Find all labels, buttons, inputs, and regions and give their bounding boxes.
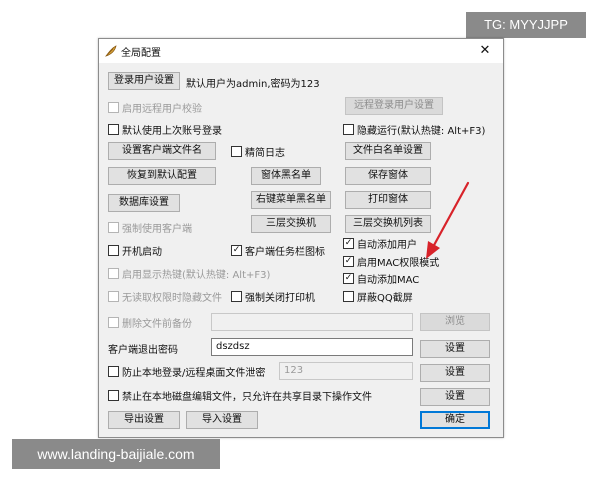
- ok-button[interactable]: 确定: [420, 411, 490, 429]
- checkbox-box: [108, 290, 119, 302]
- forbid-local-edit-check[interactable]: 禁止在本地磁盘编辑文件，只允许在共享目录下操作文件: [108, 388, 372, 403]
- taskbar-icon-check-label: 客户端任务栏图标: [245, 246, 325, 258]
- import-settings-button[interactable]: 导入设置: [186, 411, 258, 429]
- auto-add-mac-check-label: 自动添加MAC: [357, 274, 420, 286]
- checkbox-box: ✓: [343, 237, 354, 249]
- check-mark-icon: ✓: [344, 237, 353, 248]
- close-icon[interactable]: ✕: [475, 42, 495, 60]
- last-account-check[interactable]: 默认使用上次账号登录: [108, 122, 222, 137]
- global-config-dialog: 全局配置 ✕ 登录用户设置 默认用户为admin,密码为123 启用远程用户校验…: [98, 38, 504, 438]
- backup-path-input[interactable]: [211, 313, 413, 331]
- leak-value-input[interactable]: 123: [279, 362, 413, 380]
- block-qq-screenshot-check[interactable]: 屏蔽QQ截屏: [343, 289, 413, 304]
- checkbox-box: [108, 365, 119, 377]
- print-window-button[interactable]: 打印窗体: [345, 191, 431, 209]
- export-settings-button[interactable]: 导出设置: [108, 411, 180, 429]
- force-client-check[interactable]: 强制使用客户端: [108, 220, 192, 235]
- force-close-printer-check[interactable]: 强制关闭打印机: [231, 289, 315, 304]
- checkbox-box: [108, 244, 119, 256]
- checkbox-box: [108, 221, 119, 233]
- delete-backup-check-label: 删除文件前备份: [122, 318, 192, 330]
- database-settings-button[interactable]: 数据库设置: [108, 194, 180, 212]
- no-permission-hide-check[interactable]: 无读取权限时隐藏文件: [108, 289, 222, 304]
- show-hotkey-check-label: 启用显示热键(默认热键: Alt+F3): [122, 269, 271, 281]
- checkbox-box: ✓: [343, 255, 354, 267]
- delete-backup-check[interactable]: 删除文件前备份: [108, 315, 192, 330]
- save-window-button[interactable]: 保存窗体: [345, 167, 431, 185]
- three-layer-switch-list-button[interactable]: 三层交换机列表: [345, 215, 431, 233]
- login-user-settings-button[interactable]: 登录用户设置: [108, 72, 180, 90]
- force-client-check-label: 强制使用客户端: [122, 223, 192, 235]
- checkbox-box: [108, 316, 119, 328]
- check-mark-icon: ✓: [344, 272, 353, 283]
- right-menu-blacklist-button[interactable]: 右键菜单黑名单: [251, 191, 331, 209]
- checkbox-box: [108, 267, 119, 279]
- lite-log-check-label: 精简日志: [245, 147, 285, 159]
- lite-log-check[interactable]: 精简日志: [231, 144, 285, 159]
- client-filename-button[interactable]: 设置客户端文件名: [108, 142, 216, 160]
- prevent-leak-check[interactable]: 防止本地登录/远程桌面文件泄密: [108, 364, 266, 379]
- checkbox-box: [231, 290, 242, 302]
- dialog-title: 全局配置: [121, 48, 161, 59]
- exit-password-settings-button[interactable]: 设置: [420, 340, 490, 358]
- checkbox-box: [343, 290, 354, 302]
- auto-add-user-check-label: 自动添加用户: [357, 239, 417, 251]
- force-close-printer-check-label: 强制关闭打印机: [245, 292, 315, 304]
- checkbox-box: [108, 389, 119, 401]
- browse-button[interactable]: 浏览: [420, 313, 490, 331]
- checkbox-box: [108, 101, 119, 113]
- hidden-run-check[interactable]: 隐藏运行(默认热键: Alt+F3): [343, 122, 486, 137]
- watermark-bottom: www.landing-baijiale.com: [12, 439, 220, 469]
- restore-default-button[interactable]: 恢复到默认配置: [108, 167, 216, 185]
- remote-user-check[interactable]: 启用远程用户校验: [108, 100, 202, 115]
- feather-icon: [105, 45, 117, 57]
- prevent-leak-check-label: 防止本地登录/远程桌面文件泄密: [122, 367, 266, 379]
- boot-start-check[interactable]: 开机启动: [108, 243, 162, 258]
- checkbox-box: [108, 123, 119, 135]
- checkbox-box: ✓: [231, 244, 242, 256]
- default-user-text: 默认用户为admin,密码为123: [186, 79, 320, 90]
- show-hotkey-check[interactable]: 启用显示热键(默认热键: Alt+F3): [108, 266, 271, 281]
- forbid-local-edit-check-label: 禁止在本地磁盘编辑文件，只允许在共享目录下操作文件: [122, 391, 372, 403]
- no-permission-hide-check-label: 无读取权限时隐藏文件: [122, 292, 222, 304]
- checkbox-box: [231, 145, 242, 157]
- three-layer-switch-button[interactable]: 三层交换机: [251, 215, 331, 233]
- window-blacklist-button[interactable]: 窗体黑名单: [251, 167, 321, 185]
- watermark-top: TG: MYYJJPP: [466, 12, 586, 38]
- auto-add-user-check[interactable]: ✓ 自动添加用户: [343, 236, 417, 251]
- block-qq-screenshot-check-label: 屏蔽QQ截屏: [357, 292, 413, 304]
- check-mark-icon: ✓: [232, 244, 241, 255]
- auto-add-mac-check[interactable]: ✓ 自动添加MAC: [343, 271, 420, 286]
- remote-login-settings-button[interactable]: 远程登录用户设置: [345, 97, 443, 115]
- exit-password-label: 客户端退出密码: [108, 345, 178, 356]
- checkbox-box: ✓: [343, 272, 354, 284]
- title-bar: 全局配置 ✕: [99, 39, 503, 63]
- boot-start-check-label: 开机启动: [122, 246, 162, 258]
- leak-settings-button[interactable]: 设置: [420, 364, 490, 382]
- file-whitelist-button[interactable]: 文件白名单设置: [345, 142, 431, 160]
- check-mark-icon: ✓: [344, 255, 353, 266]
- exit-password-input[interactable]: dszdsz: [211, 338, 413, 356]
- red-arrow-icon: [426, 181, 470, 259]
- local-edit-settings-button[interactable]: 设置: [420, 388, 490, 406]
- taskbar-icon-check[interactable]: ✓ 客户端任务栏图标: [231, 243, 325, 258]
- hidden-run-check-label: 隐藏运行(默认热键: Alt+F3): [357, 125, 486, 137]
- checkbox-box: [343, 123, 354, 135]
- remote-user-check-label: 启用远程用户校验: [122, 103, 202, 115]
- last-account-check-label: 默认使用上次账号登录: [122, 125, 222, 137]
